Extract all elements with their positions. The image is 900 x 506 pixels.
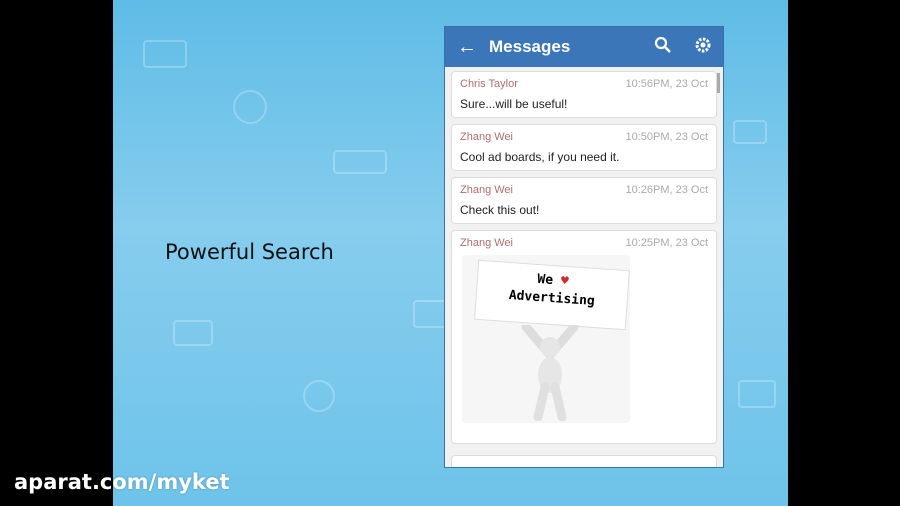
watermark: aparat.com/myket [14,470,230,494]
message-time: 10:56PM, 23 Oct [625,78,708,90]
decorative-doodle [173,320,213,346]
message-text: Sure...will be useful! [460,97,568,111]
message-card[interactable]: Zhang Wei 10:26PM, 23 Oct Check this out… [451,177,717,224]
app-title: Messages [489,37,571,56]
message-sender: Zhang Wei [460,131,513,143]
heart-icon: ♥ [560,273,570,290]
ad-sign-line1: We [536,271,554,289]
decorative-doodle [733,120,767,144]
decorative-doodle [143,40,187,68]
message-time: 10:50PM, 23 Oct [625,131,708,143]
person-figure-icon [521,325,579,421]
arrow-left-icon[interactable]: ← [445,36,489,59]
message-sender: Zhang Wei [460,237,513,249]
message-sender: Zhang Wei [460,184,513,196]
slide-caption: Powerful Search [165,240,334,264]
message-list: Chris Taylor 10:56PM, 23 Oct Sure...will… [445,67,723,454]
message-time: 10:25PM, 23 Oct [625,237,708,249]
message-card[interactable]: Zhang Wei 10:50PM, 23 Oct Cool ad boards… [451,124,717,171]
message-text: Cool ad boards, if you need it. [460,150,620,164]
search-icon[interactable] [643,36,683,59]
app-bar: ← Messages [445,27,723,67]
decorative-doodle [738,380,776,408]
message-sender: Chris Taylor [460,78,518,90]
message-card[interactable] [451,455,717,467]
ad-sign-line2: Advertising [508,288,596,309]
phone-screen: ← Messages Chris Taylor 10:56PM, 23 Oct … [444,26,724,468]
ad-image[interactable]: We ♥ Advertising [462,255,630,423]
gear-icon[interactable] [683,36,723,59]
message-text: Check this out! [460,203,540,217]
decorative-doodle [303,380,335,412]
message-time: 10:26PM, 23 Oct [625,184,708,196]
scrollbar[interactable] [717,73,720,93]
ad-sign: We ♥ Advertising [474,259,630,331]
decorative-doodle [333,150,387,174]
decorative-doodle [233,90,267,124]
message-card[interactable]: Chris Taylor 10:56PM, 23 Oct Sure...will… [451,71,717,118]
message-card-image[interactable]: Zhang Wei 10:25PM, 23 Oct We ♥ Advertisi… [451,230,717,444]
